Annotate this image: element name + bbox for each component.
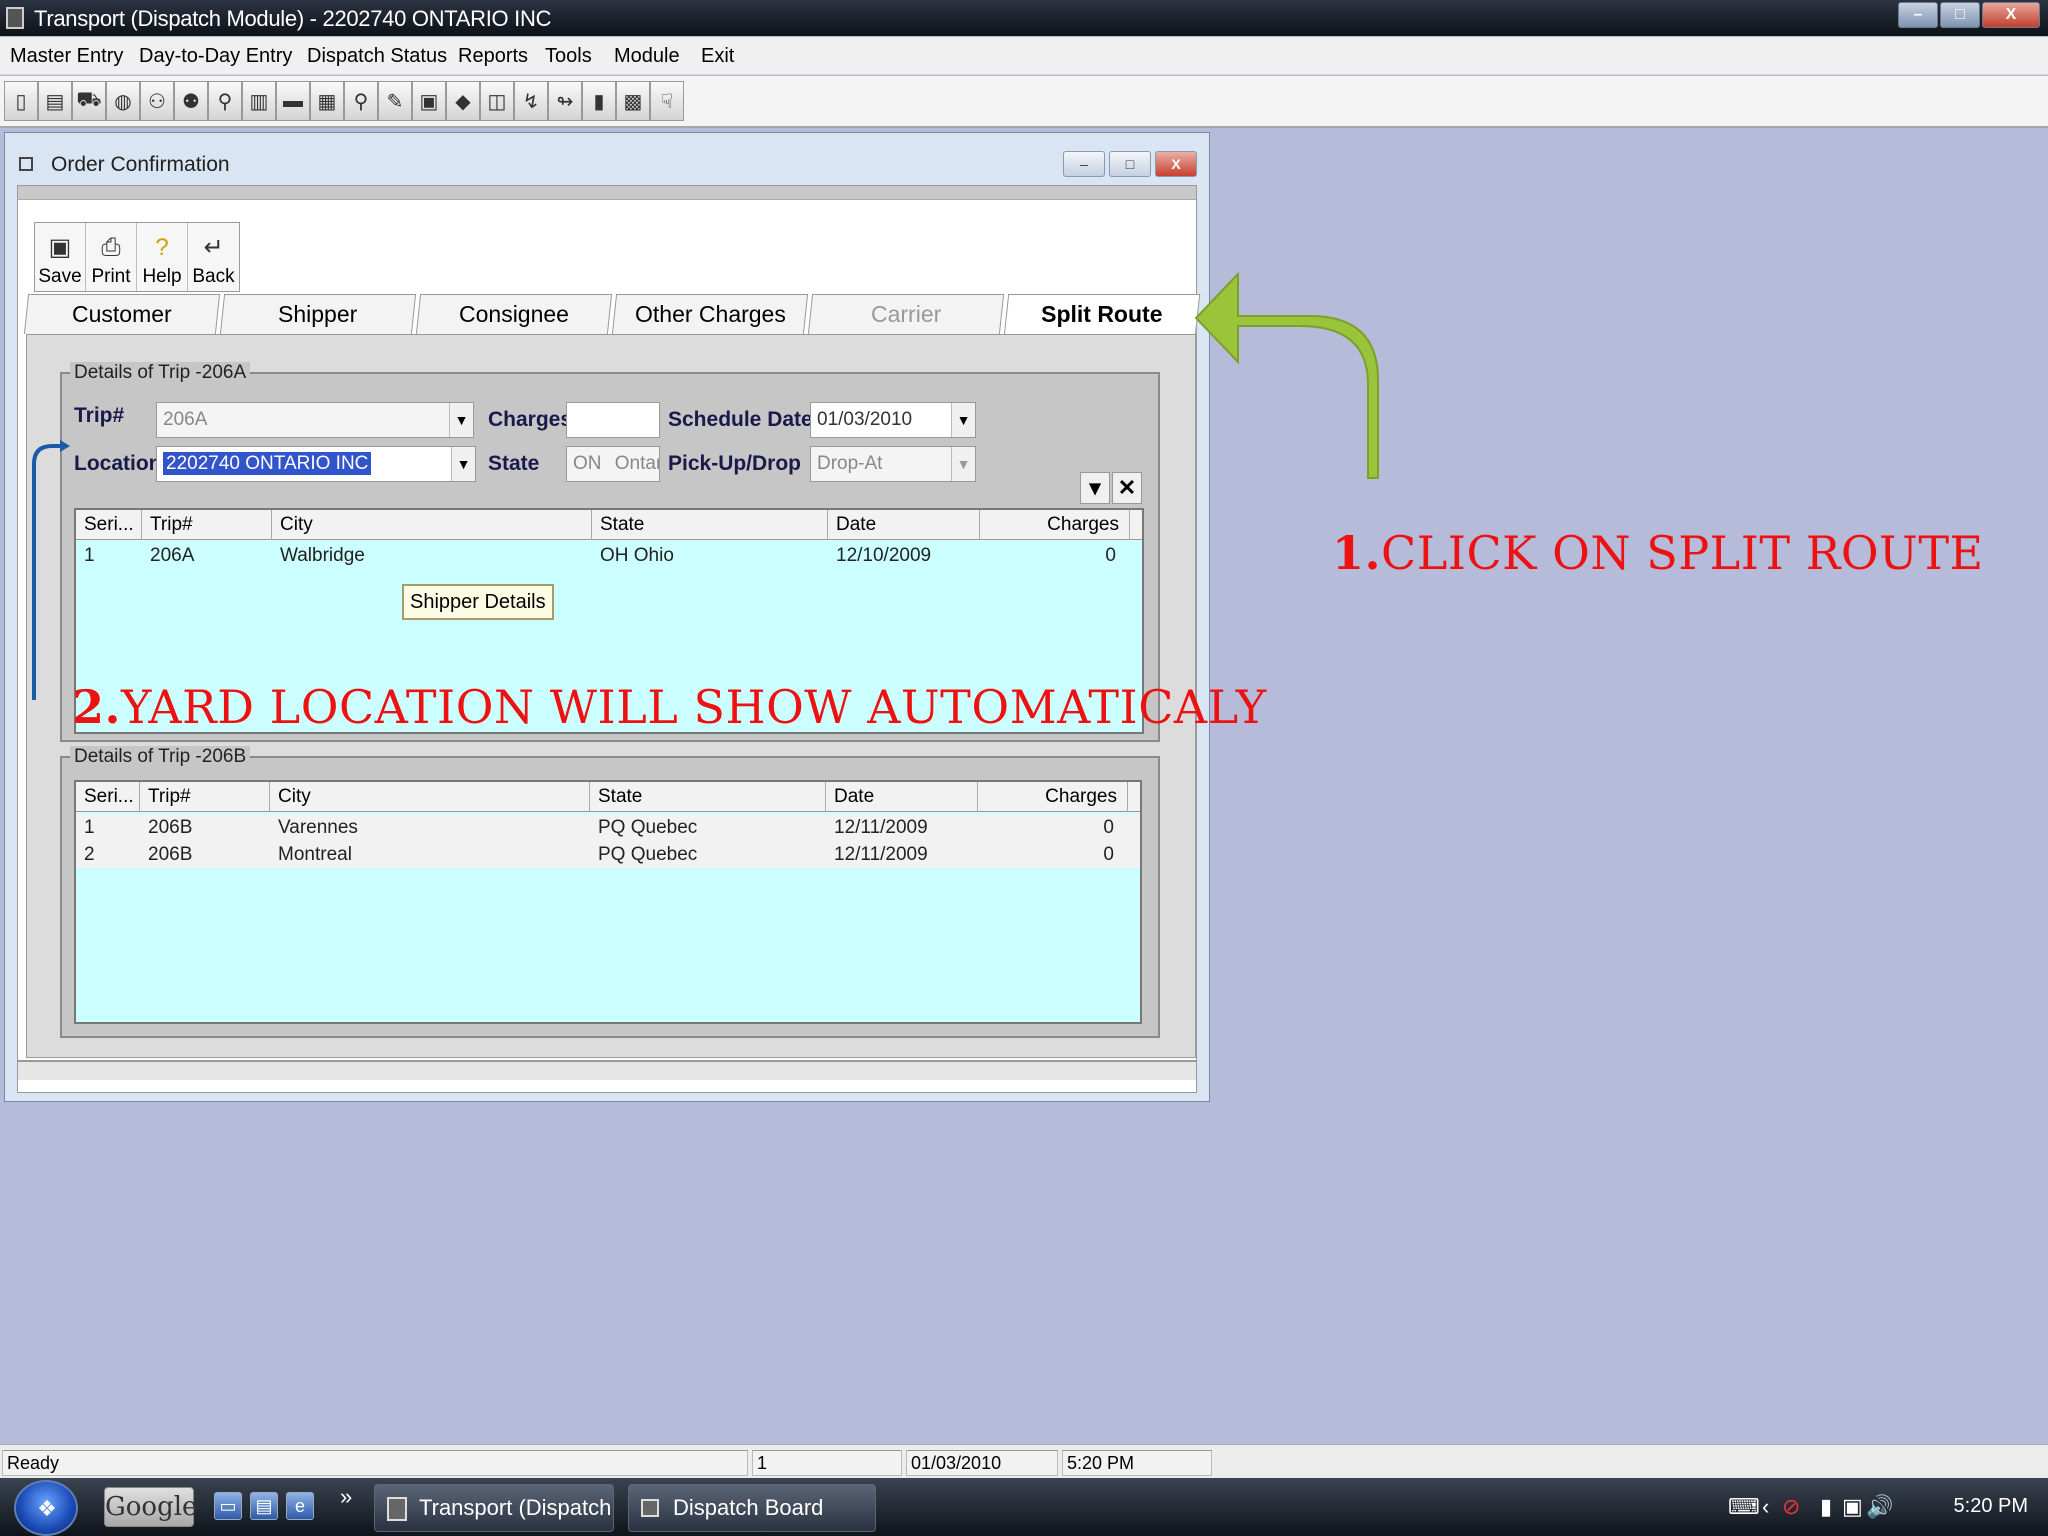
chevron-left-icon[interactable]: ‹	[1762, 1494, 1769, 1520]
status-ready: Ready	[2, 1450, 748, 1476]
window-icon	[641, 1499, 659, 1517]
task-label: Dispatch Board Disp...	[673, 1495, 824, 1520]
power-icon[interactable]: ▮	[1820, 1494, 1832, 1520]
status-time: 5:20 PM	[1062, 1450, 1212, 1476]
quicklaunch-more-icon[interactable]: »	[340, 1484, 352, 1510]
taskbar-dispatch-board[interactable]: Dispatch Board Disp...	[628, 1484, 876, 1532]
google-toolbar-button[interactable]: Google	[104, 1487, 197, 1527]
status-date: 01/03/2010	[906, 1450, 1058, 1476]
blue-pointer-line-icon	[32, 444, 62, 700]
windows-taskbar: ❖ Google ▭ ▤ e » Transport (Dispatch ...…	[0, 1478, 2048, 1536]
status-bar: Ready 1 01/03/2010 5:20 PM	[0, 1444, 2048, 1478]
antivirus-icon[interactable]: ⊘	[1782, 1494, 1800, 1520]
network-icon[interactable]: ▣	[1842, 1494, 1863, 1520]
task-label: Transport (Dispatch ...	[419, 1495, 612, 1520]
annotation-step-1: 1.CLICK ON SPLIT ROUTE	[1332, 526, 1984, 580]
taskbar-clock[interactable]: 5:20 PM	[1954, 1495, 2028, 1518]
taskbar-transport-dispatch[interactable]: Transport (Dispatch ...	[374, 1484, 614, 1532]
annotation-step-2-number: 2.	[72, 680, 122, 734]
system-tray: ⌨ ‹ ⊘ ▮ ▣ 🔊 5:20 PM	[1718, 1478, 2048, 1536]
annotation-step-1-text: CLICK ON SPLIT ROUTE	[1381, 526, 1984, 580]
show-desktop-icon[interactable]: ▭	[214, 1492, 242, 1520]
annotation-step-1-number: 1.	[1332, 526, 1382, 580]
keyboard-icon[interactable]: ⌨	[1728, 1494, 1760, 1520]
green-arrow-icon	[1194, 271, 1379, 479]
internet-explorer-icon[interactable]: e	[286, 1492, 314, 1520]
annotation-step-2: 2.YARD LOCATION WILL SHOW AUTOMATICALY	[72, 680, 1267, 734]
start-button[interactable]: ❖	[14, 1480, 78, 1536]
status-page: 1	[752, 1450, 902, 1476]
volume-icon[interactable]: 🔊	[1866, 1494, 1893, 1520]
windows-logo-icon: ❖	[37, 1496, 57, 1521]
annotation-step-2-text: YARD LOCATION WILL SHOW AUTOMATICALY	[121, 680, 1267, 734]
app-icon	[387, 1497, 407, 1521]
switch-windows-icon[interactable]: ▤	[250, 1492, 278, 1520]
annotation-overlay	[32, 271, 1379, 700]
blue-arrowhead-icon	[60, 440, 70, 452]
